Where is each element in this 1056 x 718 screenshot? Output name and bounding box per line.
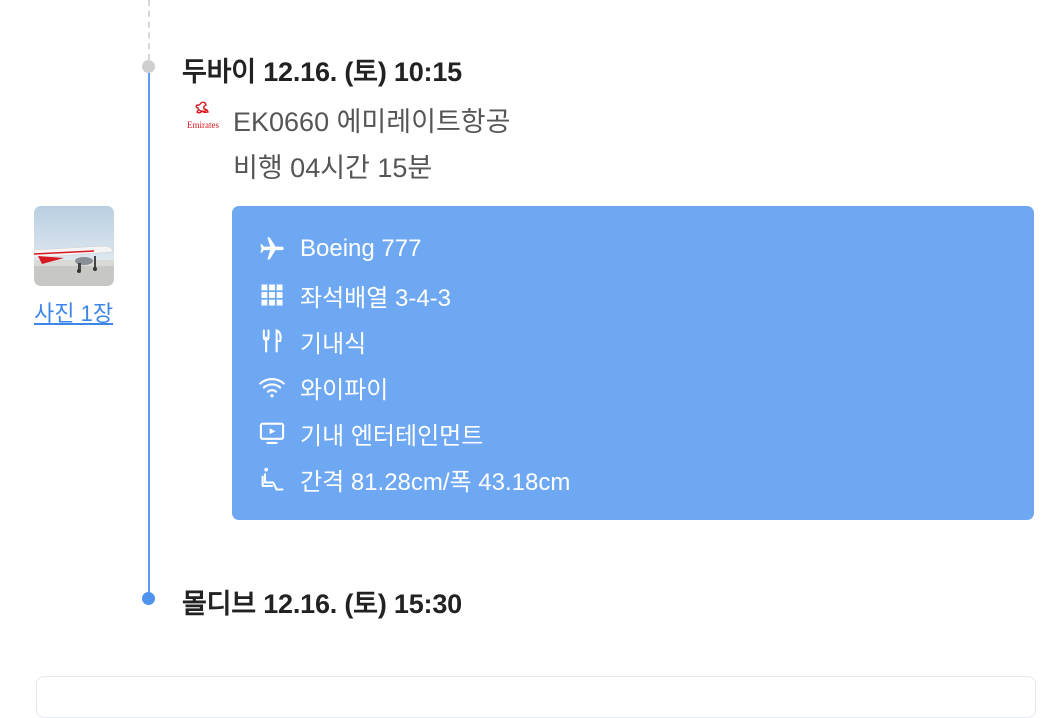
photo-count-link[interactable]: 사진 1장 <box>34 296 116 328</box>
timeline-line <box>148 68 150 600</box>
airplane-icon <box>260 237 284 260</box>
amenity-seat-pitch: 간격 81.28cm/폭 43.18cm <box>258 464 571 496</box>
amenity-seat-layout: 좌석배열 3-4-3 <box>258 280 452 312</box>
seat-grid-icon <box>261 284 283 306</box>
monitor-icon <box>259 422 285 444</box>
departure-dot <box>142 60 155 73</box>
arrival-title: 몰디브 12.16. (토) 15:30 <box>182 589 462 619</box>
amenity-wifi-label: 와이파이 <box>300 376 389 404</box>
aircraft-photo-thumbnail[interactable] <box>34 206 114 286</box>
flight-number-airline: EK0660 에미레이트항공 <box>233 107 511 137</box>
amenity-entertainment-label: 기내 엔터테인먼트 <box>300 422 484 450</box>
photo-gallery[interactable]: 사진 1장 <box>34 206 116 328</box>
amenity-seat-pitch-label: 간격 81.28cm/폭 43.18cm <box>300 468 571 496</box>
wifi-icon <box>259 377 285 398</box>
amenity-aircraft-label: Boeing 777 <box>300 235 422 262</box>
amenity-meal: 기내식 <box>258 326 367 358</box>
timeline-dashed-segment <box>148 0 150 60</box>
amenities-box: Boeing 777 좌석배열 3-4-3 기내식 와이파이 기내 엔터테인먼트… <box>232 206 1034 520</box>
emirates-logo-icon: Emirates <box>187 101 219 130</box>
next-section-card <box>36 676 1036 718</box>
svg-text:Emirates: Emirates <box>187 120 219 130</box>
amenity-aircraft: Boeing 777 <box>258 234 421 264</box>
arrival-dot <box>142 592 155 605</box>
departure-title: 두바이 12.16. (토) 10:15 <box>182 57 462 87</box>
flight-duration: 비행 04시간 15분 <box>233 153 433 183</box>
seat-pitch-icon <box>261 467 284 491</box>
amenity-meal-label: 기내식 <box>300 330 367 358</box>
amenity-wifi: 와이파이 <box>258 372 389 404</box>
amenity-seat-layout-label: 좌석배열 3-4-3 <box>300 284 452 312</box>
fork-knife-icon <box>262 329 282 353</box>
amenity-entertainment: 기내 엔터테인먼트 <box>258 418 484 450</box>
